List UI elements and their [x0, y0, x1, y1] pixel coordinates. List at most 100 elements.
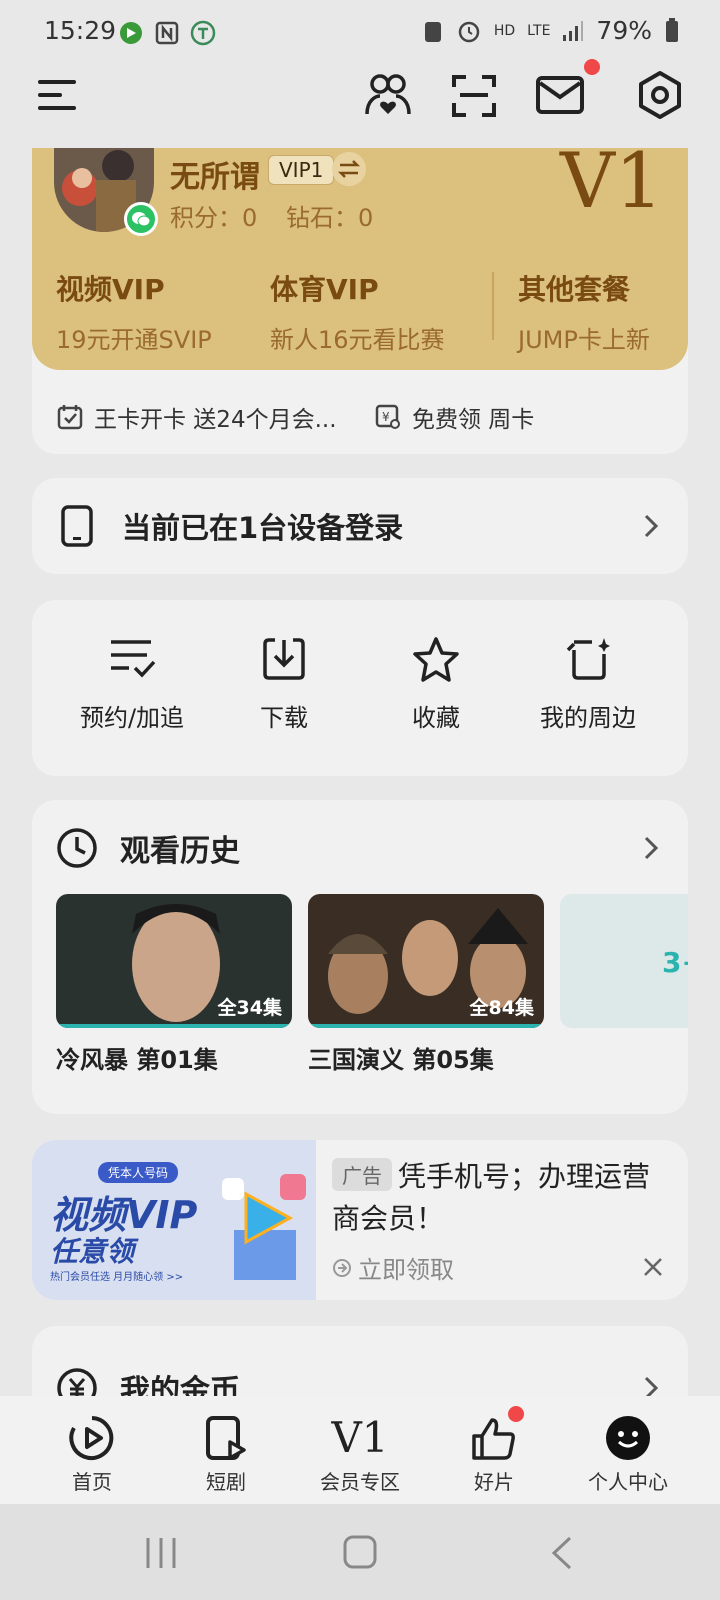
app-notification-icon-2	[190, 20, 216, 46]
home-play-icon	[69, 1416, 114, 1460]
history-item-title[interactable]: 三国演义 第05集	[308, 1040, 494, 1075]
back-icon[interactable]	[550, 1536, 574, 1570]
scan-icon	[452, 75, 496, 117]
download-icon	[263, 638, 305, 680]
bottom-nav: 首页 短剧 V1 会员专区 好片 个人中心	[0, 1396, 720, 1504]
battery-percent: 79%	[596, 16, 652, 45]
quick-action-favorites[interactable]: 收藏	[366, 636, 506, 733]
package-other[interactable]: 其他套餐 JUMP卡上新	[518, 268, 650, 355]
package-subtitle: JUMP卡上新	[518, 326, 650, 354]
arrow-circle-icon	[333, 1258, 351, 1277]
package-video-vip[interactable]: 视频VIP 19元开通SVIP	[56, 268, 212, 355]
nav-profile[interactable]: 个人中心	[568, 1414, 688, 1495]
history-thumbnail[interactable]: 全34集	[56, 894, 292, 1028]
nav-home[interactable]: 首页	[32, 1414, 152, 1495]
mail-unread-dot	[584, 59, 600, 75]
nav-short-drama[interactable]: 短剧	[166, 1414, 286, 1495]
ad-text: 凭手机号；办理运营商会员！	[332, 1160, 651, 1235]
package-title: 视频VIP	[56, 273, 165, 306]
package-sports-vip[interactable]: 体育VIP 新人16元看比赛	[270, 268, 445, 355]
status-right: HD LTE 79%	[422, 16, 680, 45]
quick-action-label: 收藏	[412, 704, 460, 732]
vip-level-mark: V1	[560, 136, 664, 225]
username: 无所谓	[170, 160, 260, 195]
merch-icon	[566, 638, 610, 680]
nav-label: 好片	[474, 1470, 514, 1494]
wechat-badge	[124, 202, 158, 236]
star-icon	[413, 637, 459, 682]
nfc-icon	[155, 21, 179, 45]
nav-label: 会员专区	[320, 1470, 400, 1494]
history-item-title[interactable]: 冷风暴 第01集	[56, 1040, 218, 1075]
package-divider	[492, 272, 494, 340]
nav-label: 首页	[72, 1470, 112, 1494]
video-apps-icon	[222, 1174, 306, 1280]
home-icon[interactable]	[342, 1534, 378, 1570]
hd-indicator: HD	[493, 22, 516, 39]
quick-action-label: 我的周边	[540, 704, 636, 732]
ad-cta-label: 立即领取	[358, 1256, 454, 1284]
menu-button[interactable]	[36, 78, 80, 112]
thumbs-up-icon	[472, 1418, 515, 1460]
ad-banner-tag: 凭本人号码	[98, 1162, 179, 1183]
package-subtitle: 新人16元看比赛	[270, 326, 445, 354]
close-icon[interactable]	[642, 1256, 664, 1278]
quick-action-schedule[interactable]: 预约/加追	[62, 636, 202, 733]
promo-text: 王卡开卡 送24个月会...	[94, 407, 337, 433]
episode-count-badge: 全84集	[469, 997, 534, 1019]
quick-action-label: 下载	[260, 704, 308, 732]
promo-free-card[interactable]: ¥ 免费领 周卡	[374, 400, 534, 434]
friends-button[interactable]	[360, 67, 416, 123]
status-time: 15:29	[44, 16, 117, 45]
chevron-right-icon[interactable]	[644, 836, 658, 860]
chevron-right-icon	[644, 514, 658, 538]
nav-good-films[interactable]: 好片	[434, 1414, 554, 1495]
device-login-row[interactable]: 当前已在1台设备登录	[32, 478, 688, 574]
diamonds-label[interactable]: 钻石：0	[286, 198, 373, 233]
coupon-search-icon: ¥	[375, 404, 400, 429]
clock-icon	[57, 828, 97, 868]
ad-cta[interactable]: 立即领取	[332, 1250, 454, 1285]
signal-icon	[563, 20, 584, 41]
watch-history-header[interactable]: 观看历史	[56, 826, 240, 870]
scan-button[interactable]	[446, 67, 502, 123]
battery-icon	[666, 17, 678, 42]
recent-apps-icon[interactable]	[144, 1536, 178, 1570]
schedule-list-icon	[111, 640, 156, 678]
vip-level-badge: VIP1	[268, 155, 335, 185]
lte-indicator: LTE	[527, 22, 551, 39]
promo-wangka[interactable]: 王卡开卡 送24个月会...	[56, 400, 337, 434]
episode-count-badge: 全34集	[217, 997, 282, 1019]
wechat-icon	[132, 212, 151, 227]
history-thumbnail[interactable]: 全84集	[308, 894, 544, 1028]
profile-face-icon	[606, 1416, 650, 1460]
package-title: 体育VIP	[270, 273, 379, 306]
mail-button[interactable]	[532, 67, 588, 123]
ad-banner-footer: 热门会员任选 月月随心领 >>	[50, 1272, 184, 1283]
phone-icon	[61, 505, 93, 547]
svg-text:¥: ¥	[382, 410, 390, 424]
package-subtitle: 19元开通SVIP	[56, 326, 212, 354]
package-title: 其他套餐	[518, 273, 631, 306]
nav-label: 短剧	[206, 1470, 246, 1494]
system-nav-bar	[0, 1504, 720, 1600]
short-drama-icon	[206, 1416, 246, 1460]
app-notification-icon	[120, 22, 142, 44]
nav-vip-zone[interactable]: V1 会员专区	[300, 1414, 420, 1495]
swap-icon	[338, 160, 360, 178]
ad-banner-subheadline: 任意领	[50, 1235, 135, 1268]
points-label[interactable]: 积分：0	[170, 198, 257, 233]
mail-icon	[536, 76, 584, 114]
calendar-check-icon	[57, 405, 83, 430]
ad-card[interactable]: 凭本人号码 视频VIP 任意领 热门会员任选 月月随心领 >> 广告 凭手机号；…	[32, 1140, 688, 1300]
promo-text: 免费领 周卡	[412, 407, 535, 433]
quick-action-merch[interactable]: 我的周边	[518, 636, 658, 733]
settings-button[interactable]	[632, 67, 688, 123]
switch-account-button[interactable]	[332, 152, 366, 186]
quick-action-download[interactable]: 下载	[214, 636, 354, 733]
ad-banner[interactable]: 凭本人号码 视频VIP 任意领 热门会员任选 月月随心领 >>	[32, 1140, 316, 1300]
watch-history-title: 观看历史	[120, 834, 240, 869]
good-films-dot	[508, 1406, 524, 1422]
history-more-card[interactable]: 3+	[560, 894, 688, 1028]
nav-label: 个人中心	[588, 1470, 668, 1494]
